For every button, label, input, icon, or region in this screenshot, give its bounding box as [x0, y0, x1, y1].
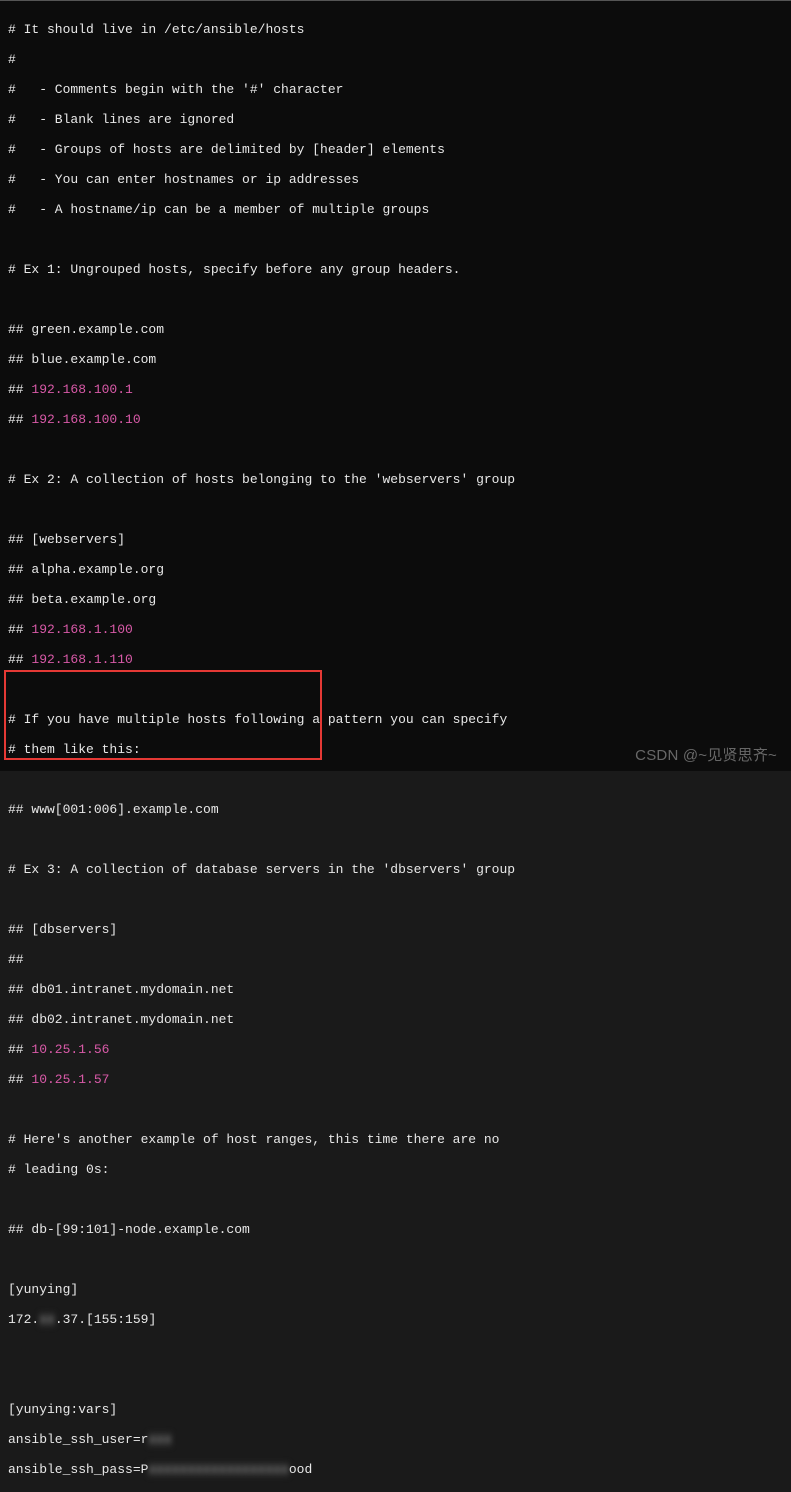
redacted-text: xx [39, 1312, 55, 1327]
blank-line [8, 232, 783, 247]
comment-line: ## db-[99:101]-node.example.com [8, 1222, 783, 1237]
comment-line: ## db01.intranet.mydomain.net [8, 982, 783, 997]
comment-line: ## [8, 952, 783, 967]
var-line: ansible_ssh_pass=Pxxxxxxxxxxxxxxxxxxood [8, 1462, 783, 1477]
comment-line: # - A hostname/ip can be a member of mul… [8, 202, 783, 217]
blank-line [8, 502, 783, 517]
comment-line: # Ex 1: Ungrouped hosts, specify before … [8, 262, 783, 277]
comment-line: # - Comments begin with the '#' characte… [8, 82, 783, 97]
blank-line [8, 1252, 783, 1267]
host-entry: 172.xx.37.[155:159] [8, 1312, 783, 1327]
comment-line: ## alpha.example.org [8, 562, 783, 577]
redacted-text: xxx [148, 1432, 171, 1447]
hash-prefix: ## [8, 412, 31, 427]
host-line: ## 192.168.100.10 [8, 412, 783, 427]
comment-line: # It should live in /etc/ansible/hosts [8, 22, 783, 37]
host-line: ## 192.168.1.110 [8, 652, 783, 667]
ip-address: 192.168.1.110 [31, 652, 132, 667]
comment-line: ## blue.example.com [8, 352, 783, 367]
ip-address: 192.168.1.100 [31, 622, 132, 637]
blank-line [8, 892, 783, 907]
hash-prefix: ## [8, 622, 31, 637]
ip-part: 172. [8, 1312, 39, 1327]
comment-line: # - You can enter hostnames or ip addres… [8, 172, 783, 187]
redacted-text: xxxxxxxxxxxxxxxxxx [148, 1462, 288, 1477]
comment-line: # If you have multiple hosts following a… [8, 712, 783, 727]
blank-line [8, 292, 783, 307]
terminal-content: # It should live in /etc/ansible/hosts #… [0, 0, 791, 771]
comment-line: ## [dbservers] [8, 922, 783, 937]
hash-prefix: ## [8, 652, 31, 667]
blank-line [8, 1102, 783, 1117]
var-line: ansible_ssh_user=rxxx [8, 1432, 783, 1447]
comment-line: # [8, 52, 783, 67]
hash-prefix: ## [8, 1042, 31, 1057]
host-line: ## 192.168.100.1 [8, 382, 783, 397]
comment-line: ## db02.intranet.mydomain.net [8, 1012, 783, 1027]
comment-line: ## green.example.com [8, 322, 783, 337]
blank-line [8, 832, 783, 847]
comment-line: ## [webservers] [8, 532, 783, 547]
blank-line [8, 772, 783, 787]
hash-prefix: ## [8, 382, 31, 397]
blank-line [8, 442, 783, 457]
ip-address: 10.25.1.57 [31, 1072, 109, 1087]
group-header: [yunying] [8, 1282, 783, 1297]
ip-address: 192.168.100.1 [31, 382, 132, 397]
comment-line: # leading 0s: [8, 1162, 783, 1177]
ip-range: .37.[155:159] [55, 1312, 156, 1327]
comment-line: # Here's another example of host ranges,… [8, 1132, 783, 1147]
blank-line [8, 1372, 783, 1387]
comment-line: # Ex 2: A collection of hosts belonging … [8, 472, 783, 487]
comment-line: # - Groups of hosts are delimited by [he… [8, 142, 783, 157]
watermark-text: CSDN @~见贤思齐~ [635, 748, 777, 763]
host-line: ## 10.25.1.56 [8, 1042, 783, 1057]
var-key: ansible_ssh_pass=P [8, 1462, 148, 1477]
var-suffix: ood [289, 1462, 312, 1477]
ip-address: 192.168.100.10 [31, 412, 140, 427]
group-vars-header: [yunying:vars] [8, 1402, 783, 1417]
host-line: ## 10.25.1.57 [8, 1072, 783, 1087]
blank-line [8, 1192, 783, 1207]
ip-address: 10.25.1.56 [31, 1042, 109, 1057]
var-key: ansible_ssh_user=r [8, 1432, 148, 1447]
blank-line [8, 682, 783, 697]
hash-prefix: ## [8, 1072, 31, 1087]
comment-line: ## www[001:006].example.com [8, 802, 783, 817]
host-line: ## 192.168.1.100 [8, 622, 783, 637]
comment-line: ## beta.example.org [8, 592, 783, 607]
comment-line: # Ex 3: A collection of database servers… [8, 862, 783, 877]
blank-line [8, 1342, 783, 1357]
comment-line: # - Blank lines are ignored [8, 112, 783, 127]
